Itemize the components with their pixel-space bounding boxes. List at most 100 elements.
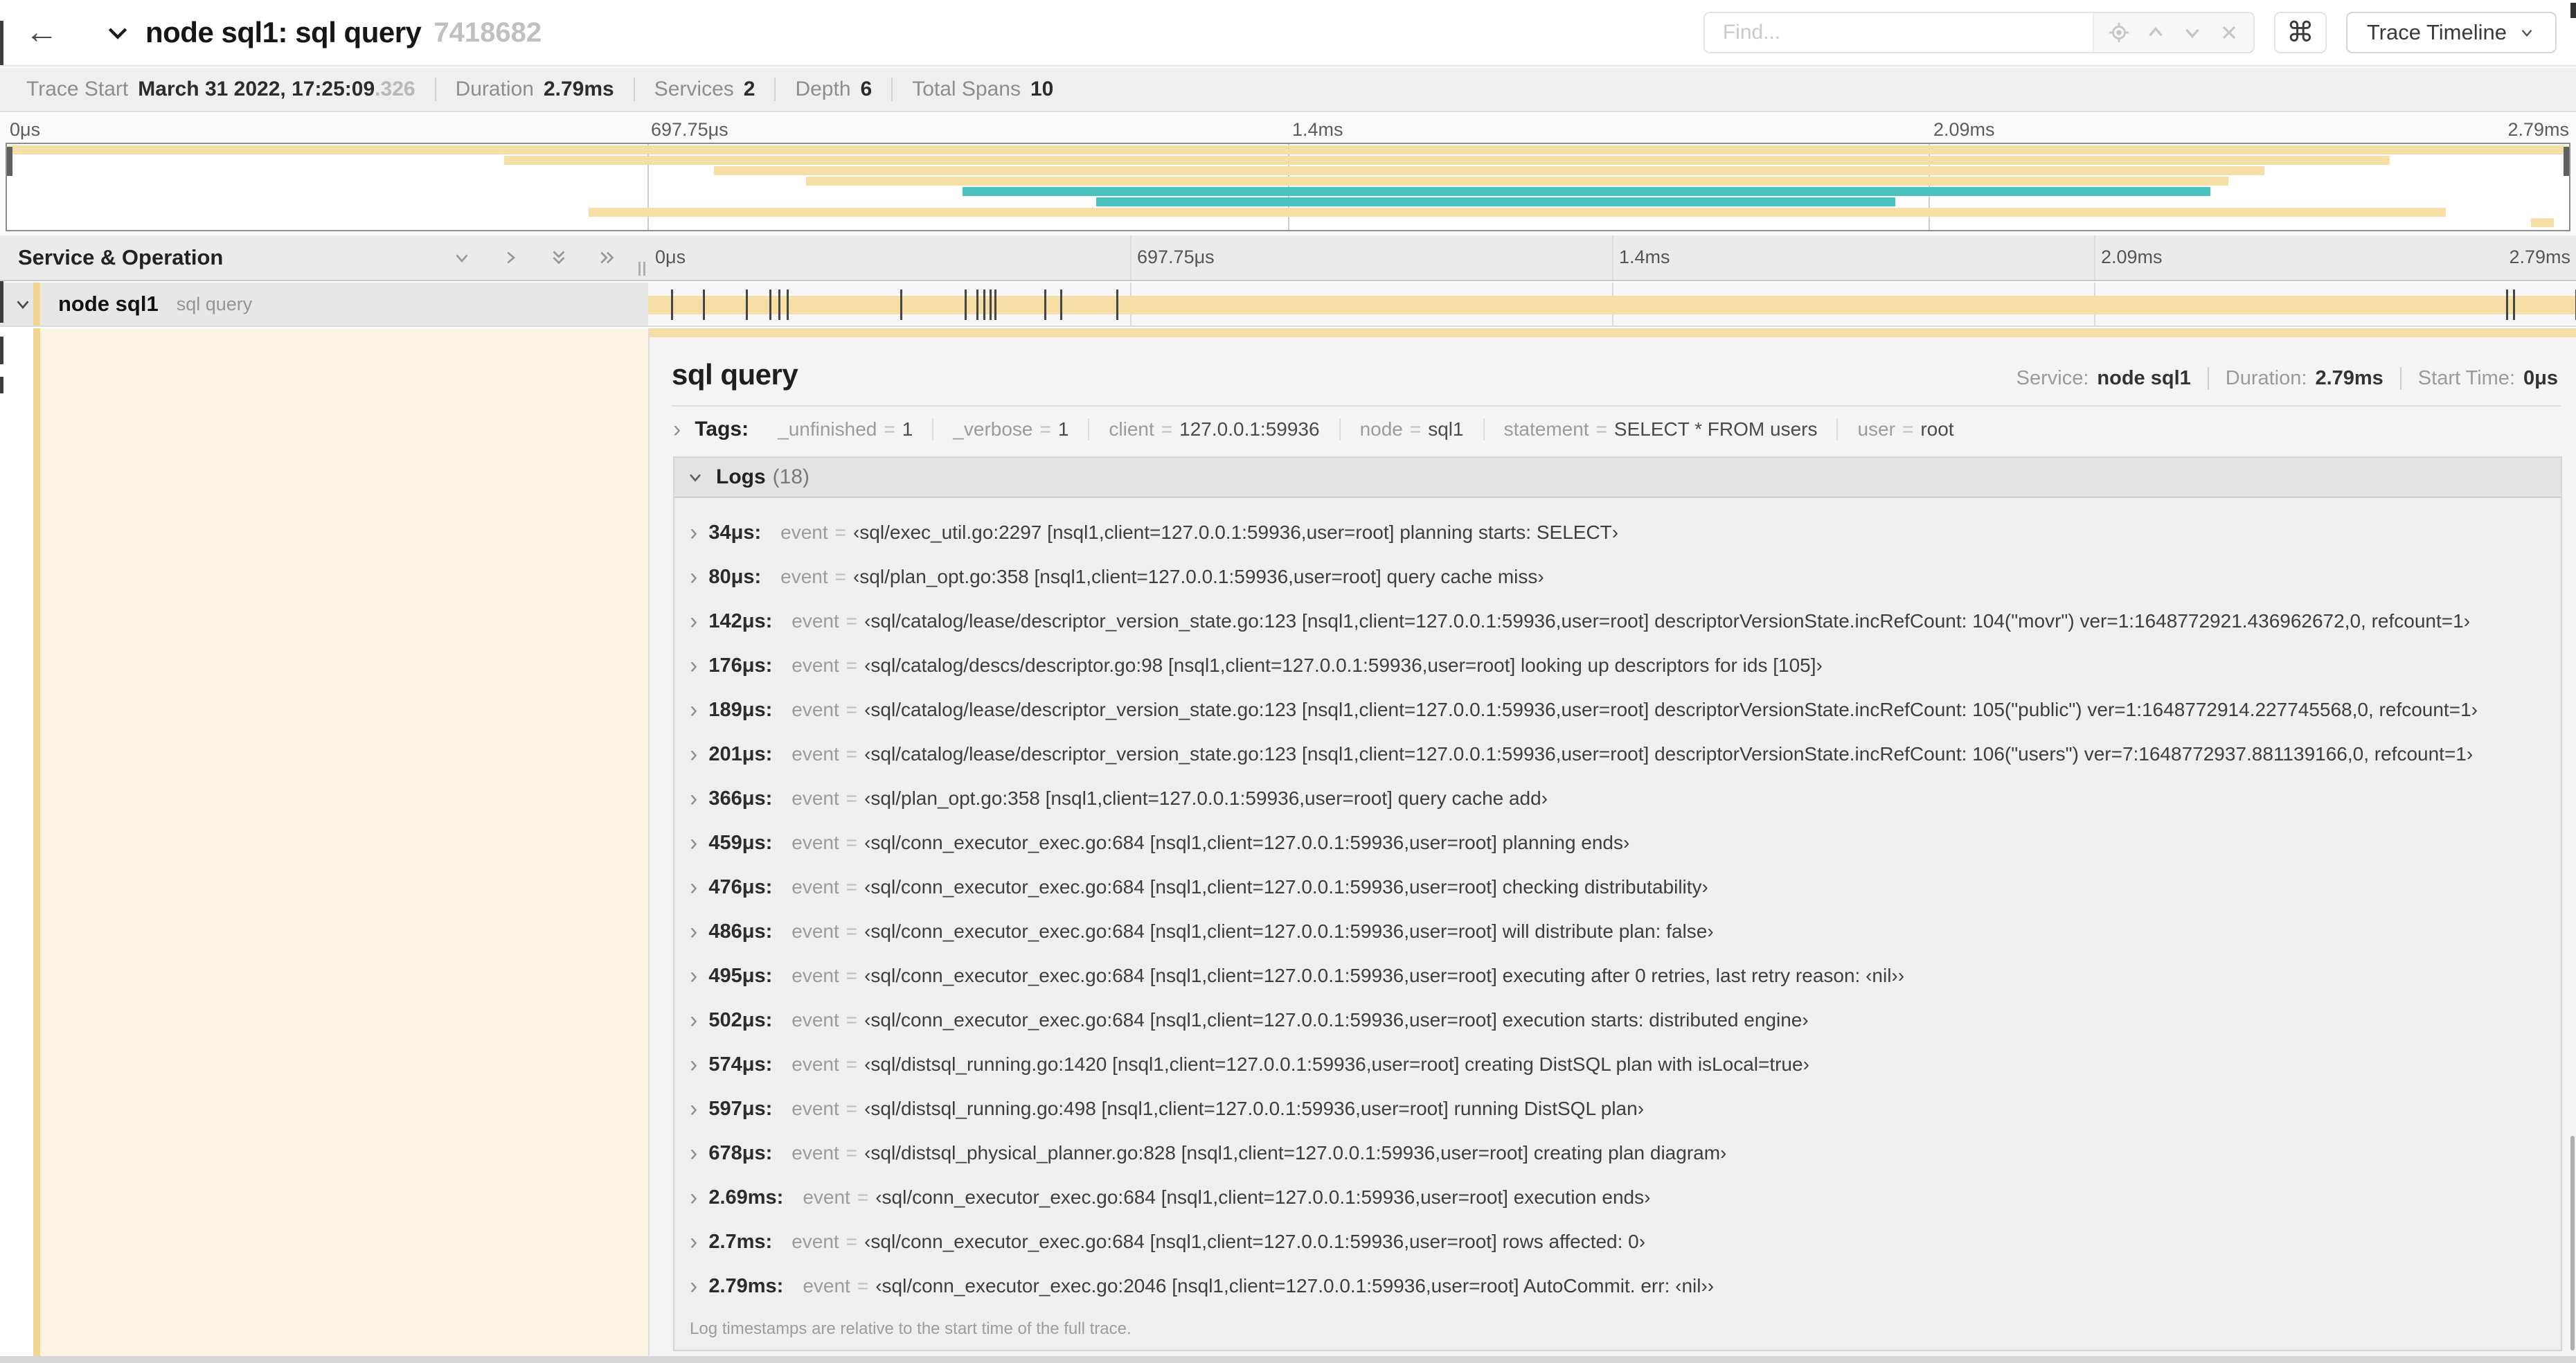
- log-timestamp: 502μs:: [708, 1008, 773, 1031]
- summary-label: Total Spans: [912, 78, 1021, 100]
- vertical-scrollbar-thumb[interactable]: [2570, 1136, 2575, 1351]
- logs-count: (18): [772, 465, 810, 488]
- log-field-value: ‹sql/conn_executor_exec.go:684 [nsql1,cl…: [864, 920, 1714, 942]
- log-marker: [769, 289, 771, 320]
- right-scrollbar-mark[interactable]: [2570, 3, 2576, 18]
- collapse-trace-icon[interactable]: [104, 19, 132, 46]
- log-row[interactable]: › 2.69ms: event = ‹sql/conn_executor_exec.go…: [674, 1175, 2561, 1220]
- tick-label: 2.09ms: [1933, 119, 1995, 140]
- view-selector-button[interactable]: Trace Timeline: [2345, 12, 2557, 53]
- span-collapse-icon[interactable]: [12, 294, 33, 314]
- back-button[interactable]: ←: [25, 16, 58, 49]
- minimap-canvas[interactable]: [6, 143, 2570, 231]
- detail-header: sql query Service: node sql1 Duration: 2.79…: [650, 337, 2576, 391]
- log-field-value: ‹sql/catalog/lease/descriptor_version_st…: [864, 610, 2471, 632]
- log-field-key: event: [791, 743, 839, 765]
- log-field-key: event: [791, 1231, 839, 1252]
- detail-meta-item: Start Time: 0μs: [2401, 367, 2561, 390]
- find-next-icon[interactable]: [2181, 21, 2204, 44]
- minimap-left-handle[interactable]: [7, 147, 12, 176]
- minimap-right-handle[interactable]: [2564, 147, 2569, 176]
- left-scrollbar-mark[interactable]: [0, 281, 3, 323]
- locate-icon[interactable]: [2107, 21, 2131, 44]
- log-equals: =: [846, 1142, 858, 1164]
- log-field-value: ‹sql/conn_executor_exec.go:684 [nsql1,cl…: [864, 876, 1708, 898]
- log-row[interactable]: › 2.7ms: event = ‹sql/conn_executor_exec.go:…: [674, 1220, 2561, 1264]
- log-timestamp: 189μs:: [708, 698, 773, 721]
- tick-label: 0μs: [10, 119, 41, 140]
- log-equals: =: [846, 654, 858, 676]
- log-row[interactable]: › 2.79ms: event = ‹sql/conn_executor_exec.go…: [674, 1264, 2561, 1308]
- log-marker: [670, 289, 673, 320]
- tag-value: 1: [1057, 418, 1069, 440]
- log-field-key: event: [791, 787, 839, 809]
- log-row[interactable]: › 459μs: event = ‹sql/conn_executor_exec.go:…: [674, 821, 2561, 865]
- logs-note: Log timestamps are relative to the start…: [690, 1319, 1132, 1338]
- tick-label: 2.09ms: [2101, 247, 2163, 267]
- log-equals: =: [846, 1231, 858, 1252]
- summary-label: Duration: [455, 78, 534, 100]
- logs-header[interactable]: Logs (18): [674, 458, 2561, 498]
- span-row-name-cell[interactable]: node sql1 sql query: [0, 283, 648, 326]
- find-clear-icon[interactable]: [2218, 21, 2240, 44]
- find-prev-icon[interactable]: [2144, 21, 2167, 44]
- chevron-right-icon: ›: [690, 652, 698, 679]
- log-row[interactable]: › 574μs: event = ‹sql/distsql_running.go:142…: [674, 1042, 2561, 1087]
- trace-title: node sql1: sql query: [145, 16, 422, 48]
- log-equals: =: [846, 1098, 858, 1119]
- log-timestamp: 678μs:: [708, 1141, 773, 1164]
- log-row[interactable]: › 597μs: event = ‹sql/distsql_running.go:498…: [674, 1087, 2561, 1131]
- log-field-key: event: [791, 610, 839, 632]
- trace-minimap: 0μs 697.75μs 1.4ms 2.09ms 2.79ms: [0, 114, 2576, 235]
- log-row[interactable]: › 201μs: event = ‹sql/catalog/lease/descript…: [674, 732, 2561, 776]
- tags-list: _unfinished = 1 _verbose = 1 client = 127.0.0.1:…: [758, 418, 1973, 440]
- log-row[interactable]: › 502μs: event = ‹sql/conn_executor_exec.go:…: [674, 998, 2561, 1042]
- span-color-stripe: [33, 328, 40, 1363]
- log-row[interactable]: › 495μs: event = ‹sql/conn_executor_exec.go:…: [674, 954, 2561, 998]
- log-equals: =: [846, 1009, 858, 1031]
- log-row[interactable]: › 176μs: event = ‹sql/catalog/descs/descript…: [674, 643, 2561, 688]
- collapse-one-icon[interactable]: [451, 247, 472, 268]
- log-timestamp: 80μs:: [708, 565, 762, 588]
- summary-item: Trace Start March 31 2022, 17:25:09.326: [7, 78, 436, 101]
- log-timestamp: 176μs:: [708, 654, 773, 677]
- find-input[interactable]: [1704, 13, 2093, 52]
- summary-item: Depth 6: [776, 78, 893, 101]
- log-timestamp: 2.69ms:: [708, 1186, 784, 1209]
- log-row[interactable]: › 366μs: event = ‹sql/plan_opt.go:358 [nsql1…: [674, 776, 2561, 821]
- log-row[interactable]: › 80μs: event = ‹sql/plan_opt.go:358 [nsql1,…: [674, 555, 2561, 599]
- detail-meta-value: 2.79ms: [2315, 367, 2383, 389]
- tags-label: Tags:: [695, 418, 749, 440]
- summary-label: Depth: [795, 78, 851, 100]
- span-row-timeline-cell[interactable]: [648, 283, 2576, 326]
- log-marker: [786, 289, 789, 320]
- left-scrollbar-mark[interactable]: [0, 337, 3, 364]
- collapse-all-icon[interactable]: [548, 247, 569, 268]
- tag-key: _unfinished: [778, 418, 877, 440]
- log-field-value: ‹sql/catalog/descs/descriptor.go:98 [nsq…: [864, 654, 1823, 676]
- left-scrollbar-mark[interactable]: [0, 21, 3, 65]
- minimap-row: [7, 166, 2569, 175]
- log-timestamp: 574μs:: [708, 1053, 773, 1076]
- left-scrollbar-mark[interactable]: [0, 377, 3, 393]
- minimap-row: [7, 197, 2569, 206]
- keyboard-shortcuts-button[interactable]: ⌘: [2273, 12, 2327, 53]
- log-row[interactable]: › 678μs: event = ‹sql/distsql_physical_plann…: [674, 1131, 2561, 1175]
- log-row[interactable]: › 486μs: event = ‹sql/conn_executor_exec.go:…: [674, 909, 2561, 954]
- log-field-value: ‹sql/plan_opt.go:358 [nsql1,client=127.0…: [852, 566, 1544, 587]
- tick-label: 0μs: [655, 247, 686, 267]
- log-field-value: ‹sql/distsql_running.go:498 [nsql1,clien…: [864, 1098, 1645, 1119]
- log-timestamp: 201μs:: [708, 742, 773, 765]
- chevron-right-icon: ›: [690, 1140, 698, 1166]
- log-row[interactable]: › 476μs: event = ‹sql/conn_executor_exec.go:…: [674, 865, 2561, 909]
- expand-all-icon[interactable]: [597, 247, 618, 268]
- log-row[interactable]: › 34μs: event = ‹sql/exec_util.go:2297 [nsql…: [674, 510, 2561, 555]
- summary-value: 2.79ms: [543, 78, 614, 100]
- log-row[interactable]: › 142μs: event = ‹sql/catalog/lease/descript…: [674, 599, 2561, 643]
- minimap-row: [7, 218, 2569, 227]
- log-timestamp: 486μs:: [708, 920, 773, 943]
- expand-one-icon[interactable]: [500, 247, 521, 268]
- log-row[interactable]: › 189μs: event = ‹sql/catalog/lease/descript…: [674, 688, 2561, 732]
- tags-row[interactable]: › Tags: _unfinished = 1 _verbose = 1 client = 12…: [650, 407, 2576, 441]
- span-row[interactable]: node sql1 sql query: [0, 283, 2576, 327]
